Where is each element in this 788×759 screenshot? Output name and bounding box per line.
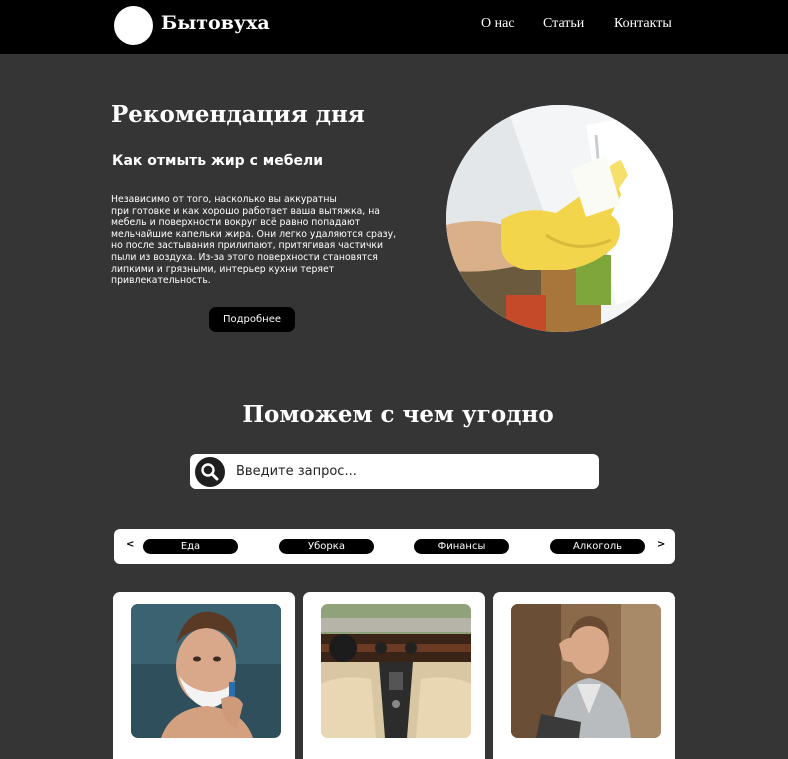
hero-text-line: мельчайшие капельки жира. Они легко удал… [111, 228, 397, 240]
carousel-prev-button[interactable]: < [126, 539, 134, 550]
card-title-cut [321, 752, 471, 755]
car-interior-illustration [321, 604, 471, 738]
hero-text-line: но после застывания прилипают, притягива… [111, 240, 384, 252]
stressed-man-illustration [511, 604, 661, 738]
category-chip-finance[interactable]: Финансы [414, 539, 509, 554]
hero-text-line: привлекательность. [111, 275, 211, 287]
hero-cleaning-image [446, 105, 673, 332]
article-card[interactable] [113, 592, 295, 759]
search-input[interactable] [236, 460, 586, 483]
logo-icon[interactable] [114, 6, 153, 45]
search-icon[interactable] [195, 457, 225, 487]
category-chip-alcohol[interactable]: Алкоголь [550, 539, 645, 554]
search-box [190, 454, 599, 489]
hero-subtitle: Как отмыть жир с мебели [112, 153, 324, 169]
carousel-next-button[interactable]: > [657, 539, 665, 550]
article-card[interactable] [493, 592, 675, 759]
more-button[interactable]: Подробнее [209, 307, 295, 332]
nav-link-contacts[interactable]: Контакты [614, 16, 672, 32]
hero-text-line: липкими и грязными, интерьер кухни теряе… [111, 263, 335, 275]
nav-link-articles[interactable]: Статьи [543, 16, 584, 32]
brand-name[interactable]: Бытовуха [161, 12, 270, 34]
site-header: Бытовуха О нас Статьи Контакты [0, 0, 788, 54]
hero-description: Независимо от того, насколько вы аккурат… [111, 194, 396, 287]
man-shaving-illustration [131, 604, 281, 738]
hero-text-line: при готовке и как хорошо работает ваша в… [111, 205, 380, 217]
hero-text-line: пыли из воздуха. Из-за этого поверхности… [111, 251, 378, 263]
card-title-cut [131, 752, 281, 755]
hero-text-line: мебель и поверхности вокруг всё равно по… [111, 217, 361, 229]
category-chip-food[interactable]: Еда [143, 539, 238, 554]
hero-title: Рекомендация дня [111, 101, 365, 128]
car-interior-image [321, 604, 471, 738]
stressed-man-image [511, 604, 661, 738]
category-carousel: < Еда Уборка Финансы Алкоголь > [114, 529, 675, 564]
section-title: Поможем с чем угодно [242, 401, 554, 428]
hero-text-line: Независимо от того, насколько вы аккурат… [111, 194, 337, 205]
magnifier-glyph [201, 463, 219, 481]
card-title-cut [511, 752, 661, 755]
category-chip-cleaning[interactable]: Уборка [279, 539, 374, 554]
man-shaving-image [131, 604, 281, 738]
nav-link-about[interactable]: О нас [481, 16, 515, 32]
article-card[interactable] [303, 592, 485, 759]
cleaning-illustration [446, 105, 673, 332]
